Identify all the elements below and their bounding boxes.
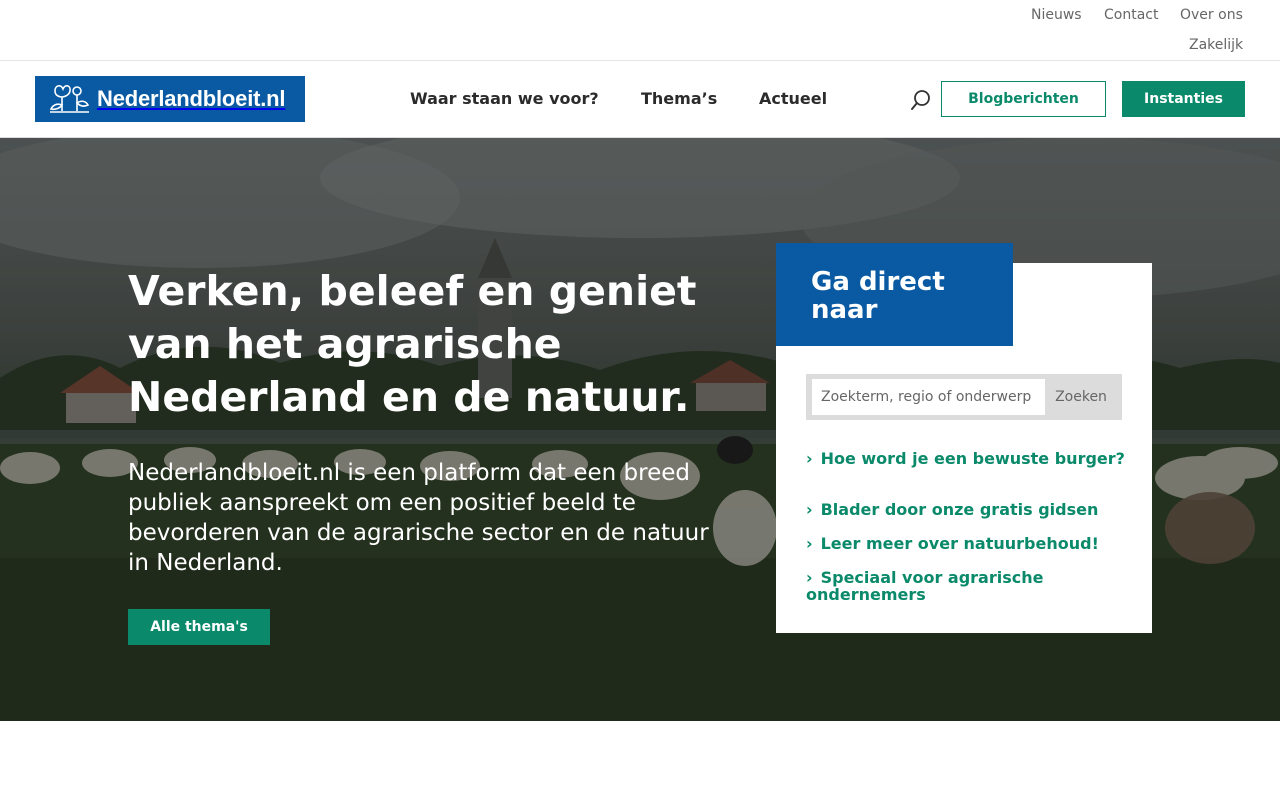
quick-link-agrarische-ondernemers[interactable]: › Speciaal voor agrarische ondernemers — [806, 569, 1126, 603]
nav-item-waar-staan-we-voor[interactable]: Waar staan we voor? — [410, 89, 599, 108]
flower-logo-icon — [49, 85, 90, 113]
logo-text: Nederlandbloeit.nl — [97, 86, 286, 111]
quick-search-input[interactable] — [812, 379, 1045, 415]
search-button[interactable] — [910, 88, 932, 112]
quick-link-natuurbehoud[interactable]: › Leer meer over natuurbehoud! — [806, 535, 1126, 552]
site-logo[interactable]: Nederlandbloeit.nl — [35, 76, 305, 122]
blogberichten-button[interactable]: Blogberichten — [941, 81, 1106, 117]
main-header: Nederlandbloeit.nl Waar staan we voor? T… — [0, 61, 1280, 138]
quick-link-label: Leer meer over natuurbehoud! — [820, 534, 1099, 553]
alle-themas-button[interactable]: Alle thema's — [128, 609, 270, 645]
hero-section: Verken, beleef en geniet van het agraris… — [0, 138, 1280, 721]
quick-link-label: Blader door onze gratis gidsen — [820, 500, 1099, 519]
quick-link-label: Hoe word je een bewuste burger? — [820, 449, 1125, 468]
utility-link-zakelijk[interactable]: Zakelijk — [1189, 37, 1243, 53]
quick-panel-title: Ga direct naar — [776, 243, 1013, 346]
quick-access-panel: Ga direct naar Zoeken › Hoe word je een b… — [776, 243, 1152, 633]
quick-link-bewuste-burger[interactable]: › Hoe word je een bewuste burger? — [806, 450, 1126, 467]
nav-item-actueel[interactable]: Actueel — [759, 89, 827, 108]
chevron-right-icon: › — [806, 500, 813, 519]
utility-link-over-ons[interactable]: Over ons — [1180, 7, 1243, 23]
quick-link-gratis-gidsen[interactable]: › Blader door onze gratis gidsen — [806, 501, 1126, 518]
utility-bar: Nieuws Contact Over ons Zakelijk — [0, 0, 1280, 61]
utility-link-contact[interactable]: Contact — [1104, 7, 1158, 23]
instanties-button[interactable]: Instanties — [1122, 81, 1245, 117]
utility-link-nieuws[interactable]: Nieuws — [1031, 7, 1082, 23]
search-icon — [911, 90, 930, 110]
hero-description: Nederlandbloeit.nl is een platform dat e… — [128, 460, 709, 576]
quick-link-label: Speciaal voor agrarische ondernemers — [806, 568, 1044, 604]
chevron-right-icon: › — [806, 449, 813, 468]
quick-search-form: Zoeken — [806, 374, 1122, 420]
nav-item-themas[interactable]: Thema’s — [641, 89, 717, 108]
quick-search-button[interactable]: Zoeken — [1045, 379, 1117, 415]
hero-title: Verken, beleef en geniet van het agraris… — [128, 267, 697, 421]
chevron-right-icon: › — [806, 534, 813, 553]
